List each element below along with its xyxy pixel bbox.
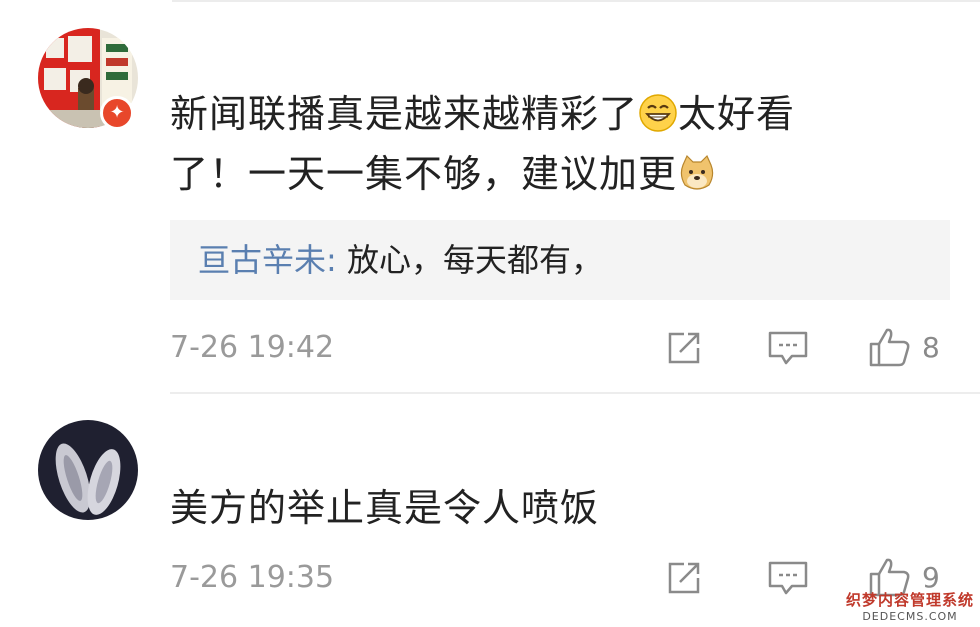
share-button[interactable]	[664, 558, 704, 598]
reply-message: 放心，每天都有，	[336, 241, 603, 279]
watermark-title: 织梦内容管理系统	[845, 591, 974, 609]
top-divider	[172, 0, 980, 2]
share-icon	[668, 562, 700, 594]
verified-badge-icon: ✦	[100, 96, 134, 130]
avatar[interactable]	[38, 420, 138, 520]
timestamp: 7-26 19:42	[170, 330, 335, 365]
reply-username[interactable]: 亘古辛未	[198, 241, 326, 279]
comment-text-line2: 了！一天一集不够，建议加更	[170, 146, 717, 208]
thumbs-up-icon	[869, 328, 910, 367]
comment-divider	[170, 392, 980, 394]
grinning-face-emoji-icon	[638, 92, 678, 148]
share-icon	[668, 332, 700, 364]
comment-bubble-icon	[768, 331, 808, 365]
reply-separator: :	[326, 241, 337, 279]
comment-text-line1: 新闻联播真是越来越精彩了 太好看	[170, 86, 795, 148]
watermark-url: DEDECMS.COM	[862, 610, 958, 623]
doge-emoji-icon	[677, 152, 717, 208]
watermark: 织梦内容管理系统 DEDECMS.COM	[846, 589, 974, 623]
comment-bubble-icon	[768, 561, 808, 595]
comment-button[interactable]	[766, 328, 810, 368]
like-button[interactable]: 8	[868, 326, 940, 368]
reply-box[interactable]: 亘古辛未: 放心，每天都有，	[170, 220, 950, 300]
comment-button[interactable]	[766, 558, 810, 598]
share-button[interactable]	[664, 328, 704, 368]
comment-text-line1: 美方的举止真是令人喷饭	[170, 486, 600, 530]
like-count: 8	[922, 330, 940, 364]
timestamp: 7-26 19:35	[170, 560, 335, 595]
